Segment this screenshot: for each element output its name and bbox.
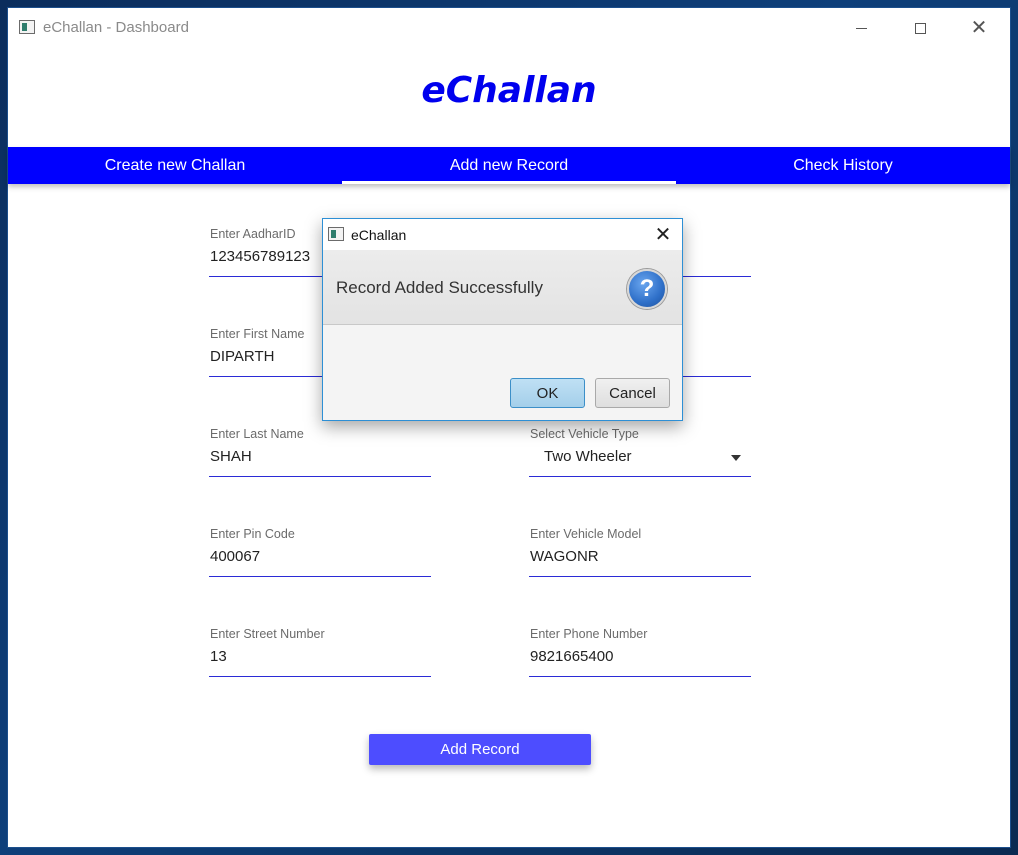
app-icon [19, 20, 35, 34]
pin-code-input[interactable]: 400067 [210, 548, 260, 565]
maximize-icon [914, 22, 926, 34]
field-underline [209, 476, 431, 477]
phone-number-label: Enter Phone Number [530, 627, 648, 641]
window-title: eChallan - Dashboard [43, 19, 189, 36]
field-underline [209, 676, 431, 677]
dialog-message: Record Added Successfully [336, 278, 543, 297]
first-name-label: Enter First Name [210, 327, 305, 341]
dialog-title: eChallan [351, 227, 407, 243]
confirmation-dialog: eChallan ✕ Record Added Successfully ? O… [322, 218, 683, 421]
last-name-label: Enter Last Name [210, 427, 304, 441]
vehicle-type-select[interactable]: Select Vehicle Type Two Wheeler [529, 427, 751, 477]
dialog-close-icon[interactable]: ✕ [648, 221, 678, 249]
last-name-input[interactable]: SHAH [210, 448, 252, 465]
minimize-button[interactable] [832, 8, 890, 48]
phone-number-field[interactable]: Enter Phone Number 9821665400 [529, 627, 751, 677]
app-icon [328, 227, 344, 241]
tab-add-new-record[interactable]: Add new Record [342, 147, 676, 184]
field-underline [529, 476, 751, 477]
close-icon: ✕ [970, 17, 988, 39]
last-name-field[interactable]: Enter Last Name SHAH [209, 427, 431, 477]
minimize-icon [855, 27, 867, 29]
main-window: eChallan - Dashboard ✕ eChallan Create n… [8, 8, 1010, 847]
field-underline [209, 576, 431, 577]
pin-code-field[interactable]: Enter Pin Code 400067 [209, 527, 431, 577]
cancel-button[interactable]: Cancel [595, 378, 670, 408]
field-underline [529, 576, 751, 577]
first-name-input[interactable]: DIPARTH [210, 348, 274, 365]
add-record-button[interactable]: Add Record [369, 734, 591, 765]
dropdown-arrow-icon[interactable] [731, 455, 741, 461]
vehicle-model-input[interactable]: WAGONR [530, 548, 599, 565]
street-number-input[interactable]: 13 [210, 648, 227, 665]
tab-bar: Create new Challan Add new Record Check … [8, 147, 1010, 184]
vehicle-type-value[interactable]: Two Wheeler [544, 448, 632, 465]
phone-number-input[interactable]: 9821665400 [530, 648, 613, 665]
question-icon: ? [627, 269, 667, 309]
vehicle-model-label: Enter Vehicle Model [530, 527, 642, 541]
vehicle-type-label: Select Vehicle Type [530, 427, 639, 441]
vehicle-model-field[interactable]: Enter Vehicle Model WAGONR [529, 527, 751, 577]
field-underline [529, 676, 751, 677]
pin-code-label: Enter Pin Code [210, 527, 295, 541]
close-button[interactable]: ✕ [950, 8, 1008, 48]
street-number-label: Enter Street Number [210, 627, 325, 641]
dialog-header: Record Added Successfully ? [323, 250, 682, 325]
tab-check-history[interactable]: Check History [676, 147, 1010, 184]
tab-create-new-challan[interactable]: Create new Challan [8, 147, 342, 184]
window-titlebar[interactable]: eChallan - Dashboard ✕ [8, 8, 1010, 48]
maximize-button[interactable] [891, 8, 949, 48]
aadhar-label: Enter AadharID [210, 227, 296, 241]
aadhar-input[interactable]: 123456789123 [210, 248, 310, 265]
dialog-titlebar[interactable]: eChallan ✕ [323, 219, 682, 250]
street-number-field[interactable]: Enter Street Number 13 [209, 627, 431, 677]
app-heading: eChallan [421, 70, 597, 111]
ok-button[interactable]: OK [510, 378, 585, 408]
